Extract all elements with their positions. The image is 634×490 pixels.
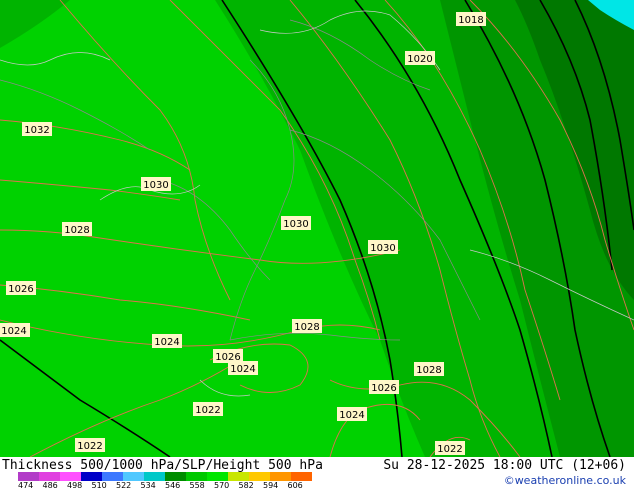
svg-text:1018: 1018 — [458, 15, 483, 26]
isobar-label: 1020 — [405, 51, 435, 65]
credit-link[interactable]: ©weatheronline.co.uk — [504, 474, 626, 487]
svg-text:1020: 1020 — [407, 54, 432, 65]
color-swatch — [39, 472, 60, 481]
svg-text:1022: 1022 — [77, 441, 102, 452]
color-swatch — [18, 472, 39, 481]
color-scale-tick: 582 — [238, 481, 254, 490]
isobar-label: 1022 — [193, 402, 223, 416]
svg-text:1024: 1024 — [1, 326, 26, 337]
isobar-label: 1024 — [0, 323, 30, 337]
svg-text:1030: 1030 — [370, 243, 395, 254]
color-swatch — [123, 472, 144, 481]
svg-text:1026: 1026 — [371, 383, 396, 394]
forecast-datetime: Su 28-12-2025 18:00 UTC (12+06) — [383, 458, 626, 473]
isobar-label: 1028 — [62, 222, 92, 236]
color-scale-tick: 558 — [189, 481, 205, 490]
svg-text:1024: 1024 — [154, 337, 179, 348]
weather-map-view: 1018 1020 1032 1030 1028 1030 1030 1026 … — [0, 0, 634, 490]
svg-text:1022: 1022 — [437, 444, 462, 455]
svg-text:1030: 1030 — [143, 180, 168, 191]
isobar-label: 1022 — [75, 438, 105, 452]
color-scale-tick: 498 — [67, 481, 83, 490]
svg-text:1022: 1022 — [195, 405, 220, 416]
isobar-label: 1030 — [281, 216, 311, 230]
color-scale-tick: 510 — [91, 481, 107, 490]
isobar-label: 1024 — [152, 334, 182, 348]
color-swatch — [165, 472, 186, 481]
isobar-label: 1028 — [414, 362, 444, 376]
svg-text:1024: 1024 — [230, 364, 255, 375]
isobar-label: 1024 — [337, 407, 367, 421]
map-footer: Thickness 500/1000 hPa/SLP/Height 500 hP… — [0, 457, 634, 490]
color-swatch — [228, 472, 249, 481]
color-scale-tick: 534 — [140, 481, 156, 490]
color-scale-tick: 522 — [116, 481, 132, 490]
svg-text:1032: 1032 — [24, 125, 49, 136]
svg-text:1024: 1024 — [339, 410, 364, 421]
isobar-label: 1026 — [369, 380, 399, 394]
isobar-label: 1022 — [435, 441, 465, 455]
color-swatch — [102, 472, 123, 481]
svg-text:1026: 1026 — [8, 284, 33, 295]
color-swatch — [207, 472, 228, 481]
color-swatch — [144, 472, 165, 481]
isobar-label: 1018 — [456, 12, 486, 26]
isobar-label: 1026 — [213, 349, 243, 363]
isobar-label: 1030 — [141, 177, 171, 191]
color-scale-tick: 594 — [263, 481, 279, 490]
map-canvas: 1018 1020 1032 1030 1028 1030 1030 1026 … — [0, 0, 634, 457]
color-swatch — [81, 472, 102, 481]
color-scale-tick: 486 — [42, 481, 58, 490]
color-scale-tick: 606 — [287, 481, 303, 490]
isobar-label: 1026 — [6, 281, 36, 295]
color-swatch — [291, 472, 312, 481]
svg-text:1028: 1028 — [416, 365, 441, 376]
svg-text:1028: 1028 — [294, 322, 319, 333]
color-swatch — [270, 472, 291, 481]
isobar-label: 1024 — [228, 361, 258, 375]
color-swatch — [186, 472, 207, 481]
isobar-label: 1030 — [368, 240, 398, 254]
color-swatch — [249, 472, 270, 481]
isobar-label: 1028 — [292, 319, 322, 333]
isobar-label: 1032 — [22, 122, 52, 136]
color-scale-tick: 570 — [214, 481, 230, 490]
color-scale-tick: 546 — [165, 481, 181, 490]
color-scale-bar — [18, 472, 312, 481]
svg-text:1028: 1028 — [64, 225, 89, 236]
map-title: Thickness 500/1000 hPa/SLP/Height 500 hP… — [2, 458, 323, 473]
color-scale-ticks: 474 486 498 510 522 534 546 558 570 582 594 606 — [18, 481, 318, 490]
color-swatch — [60, 472, 81, 481]
svg-text:1030: 1030 — [283, 219, 308, 230]
color-scale-tick: 474 — [18, 481, 34, 490]
